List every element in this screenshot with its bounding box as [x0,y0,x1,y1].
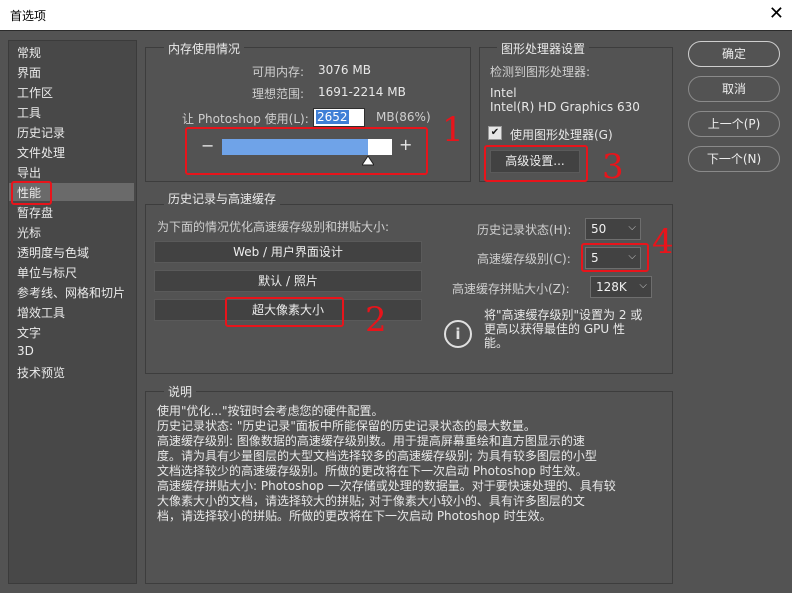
sidebar-item-cursors[interactable]: 光标 [17,224,41,241]
sidebar-item-units[interactable]: 单位与标尺 [17,264,77,281]
sidebar: 常规 界面 工作区 工具 历史记录 文件处理 导出 性能 暂存盘 光标 透明度与… [8,40,137,584]
optimize-label: 为下面的情况优化高速缓存级别和拼贴大小: [157,220,390,234]
memory-unit-label: MB(86%) [376,110,431,124]
available-memory-value: 3076 MB [318,63,371,77]
ideal-range-label: 理想范围: [252,87,305,101]
sidebar-item-tech-preview[interactable]: 技术预览 [17,364,65,381]
description-text: 使用"优化..."按钮时会考虑您的硬件配置。 历史记录状态: "历史记录"面板中… [157,404,667,524]
cache-tile-size-select[interactable]: 128K ⌵ [590,276,652,298]
description-line: 文档选择较少的高速缓存级别。所做的更改将在下一次启动 Photoshop 时生效… [157,464,588,478]
history-states-select[interactable]: 50 ⌵ [585,218,641,240]
description-line: 大像素大小的文档，请选择较大的拼贴; 对于像素大小较小的、具有许多图层的文 [157,494,585,508]
description-line: 度。请为具有少量图层的大型文档选择较多的高速缓存级别; 为具有较多图层的小型 [157,449,597,463]
sidebar-item-plugins[interactable]: 增效工具 [17,304,65,321]
history-states-label: 历史记录状态(H): [477,223,572,237]
divider [0,30,792,31]
checkmark-icon: ✔ [490,127,500,138]
history-cache-title: 历史记录与高速缓存 [164,190,281,207]
gpu-model: Intel(R) HD Graphics 630 [490,100,640,114]
description-line: 历史记录状态: "历史记录"面板中所能保留的历史记录状态的最大数量。 [157,419,536,433]
sidebar-item-workspace[interactable]: 工作区 [17,84,53,101]
previous-button[interactable]: 上一个(P) [688,111,780,137]
sidebar-item-transparency[interactable]: 透明度与色域 [17,244,89,261]
memory-usage-title: 内存使用情况 [164,40,245,57]
sidebar-item-scratch-disks[interactable]: 暂存盘 [17,204,53,221]
title-bar: 首选项 ✕ [0,0,792,30]
annotation-number-2: 2 [365,300,387,340]
cancel-button[interactable]: 取消 [688,76,780,102]
cache-levels-label: 高速缓存级别(C): [477,252,571,266]
sidebar-item-history[interactable]: 历史记录 [17,124,65,141]
chevron-down-icon: ⌵ [628,222,636,233]
ok-button[interactable]: 确定 [688,41,780,67]
memory-usage-value: 2652 [316,110,349,124]
description-line: 高速缓存级别: 图像数据的高速缓存级别数。用于提高屏幕重绘和直方图显示的速 [157,434,585,448]
gpu-detected-label: 检测到图形处理器: [490,65,591,79]
annotation-number-3: 3 [602,147,624,187]
description-line: 高速缓存拼贴大小: Photoshop 一次存储或处理的数据量。对于要快速处理的… [157,479,616,493]
annotation-box-slider [185,127,428,175]
cache-tile-size-value: 128K [596,280,627,294]
let-photoshop-use-label: 让 Photoshop 使用(L): [182,112,309,126]
info-text-line-3: 能。 [484,336,509,350]
sidebar-item-file-handling[interactable]: 文件处理 [17,144,65,161]
annotation-number-1: 1 [442,110,464,150]
annotation-box-huge-pixel [225,297,344,327]
ideal-range-value: 1691-2214 MB [318,85,406,99]
optimize-default-button[interactable]: 默认 / 照片 [154,270,422,292]
cache-tile-size-label: 高速缓存拼贴大小(Z): [452,282,570,296]
description-title: 说明 [164,383,197,400]
window-title: 首选项 [10,9,47,23]
optimize-web-button[interactable]: Web / 用户界面设计 [154,241,422,263]
annotation-box-advanced [484,145,588,182]
annotation-number-4: 4 [652,222,674,262]
sidebar-item-3d[interactable]: 3D [17,344,34,358]
next-button[interactable]: 下一个(N) [688,146,780,172]
memory-usage-input[interactable]: 2652 [313,108,365,127]
available-memory-label: 可用内存: [252,65,305,79]
gpu-settings-title: 图形处理器设置 [497,40,590,57]
description-line: 档，请选择较小的拼贴。所做的更改将在下一次启动 Photoshop 时生效。 [157,509,552,523]
info-icon-glyph: i [455,325,461,343]
sidebar-item-tools[interactable]: 工具 [17,104,41,121]
sidebar-item-type[interactable]: 文字 [17,324,41,341]
chevron-down-icon: ⌵ [639,280,647,291]
sidebar-item-general[interactable]: 常规 [17,44,41,61]
info-icon: i [444,320,472,348]
gpu-vendor: Intel [490,86,517,100]
use-gpu-label: 使用图形处理器(G) [510,128,613,142]
sidebar-item-guides[interactable]: 参考线、网格和切片 [17,284,125,301]
annotation-box-cache-levels [581,243,649,272]
sidebar-item-interface[interactable]: 界面 [17,64,41,81]
annotation-box-performance [11,181,52,205]
description-line: 使用"优化..."按钮时会考虑您的硬件配置。 [157,404,384,418]
use-gpu-checkbox[interactable]: ✔ [488,126,502,140]
close-icon[interactable]: ✕ [769,4,784,24]
sidebar-item-export[interactable]: 导出 [17,164,41,181]
history-states-value: 50 [591,222,607,236]
